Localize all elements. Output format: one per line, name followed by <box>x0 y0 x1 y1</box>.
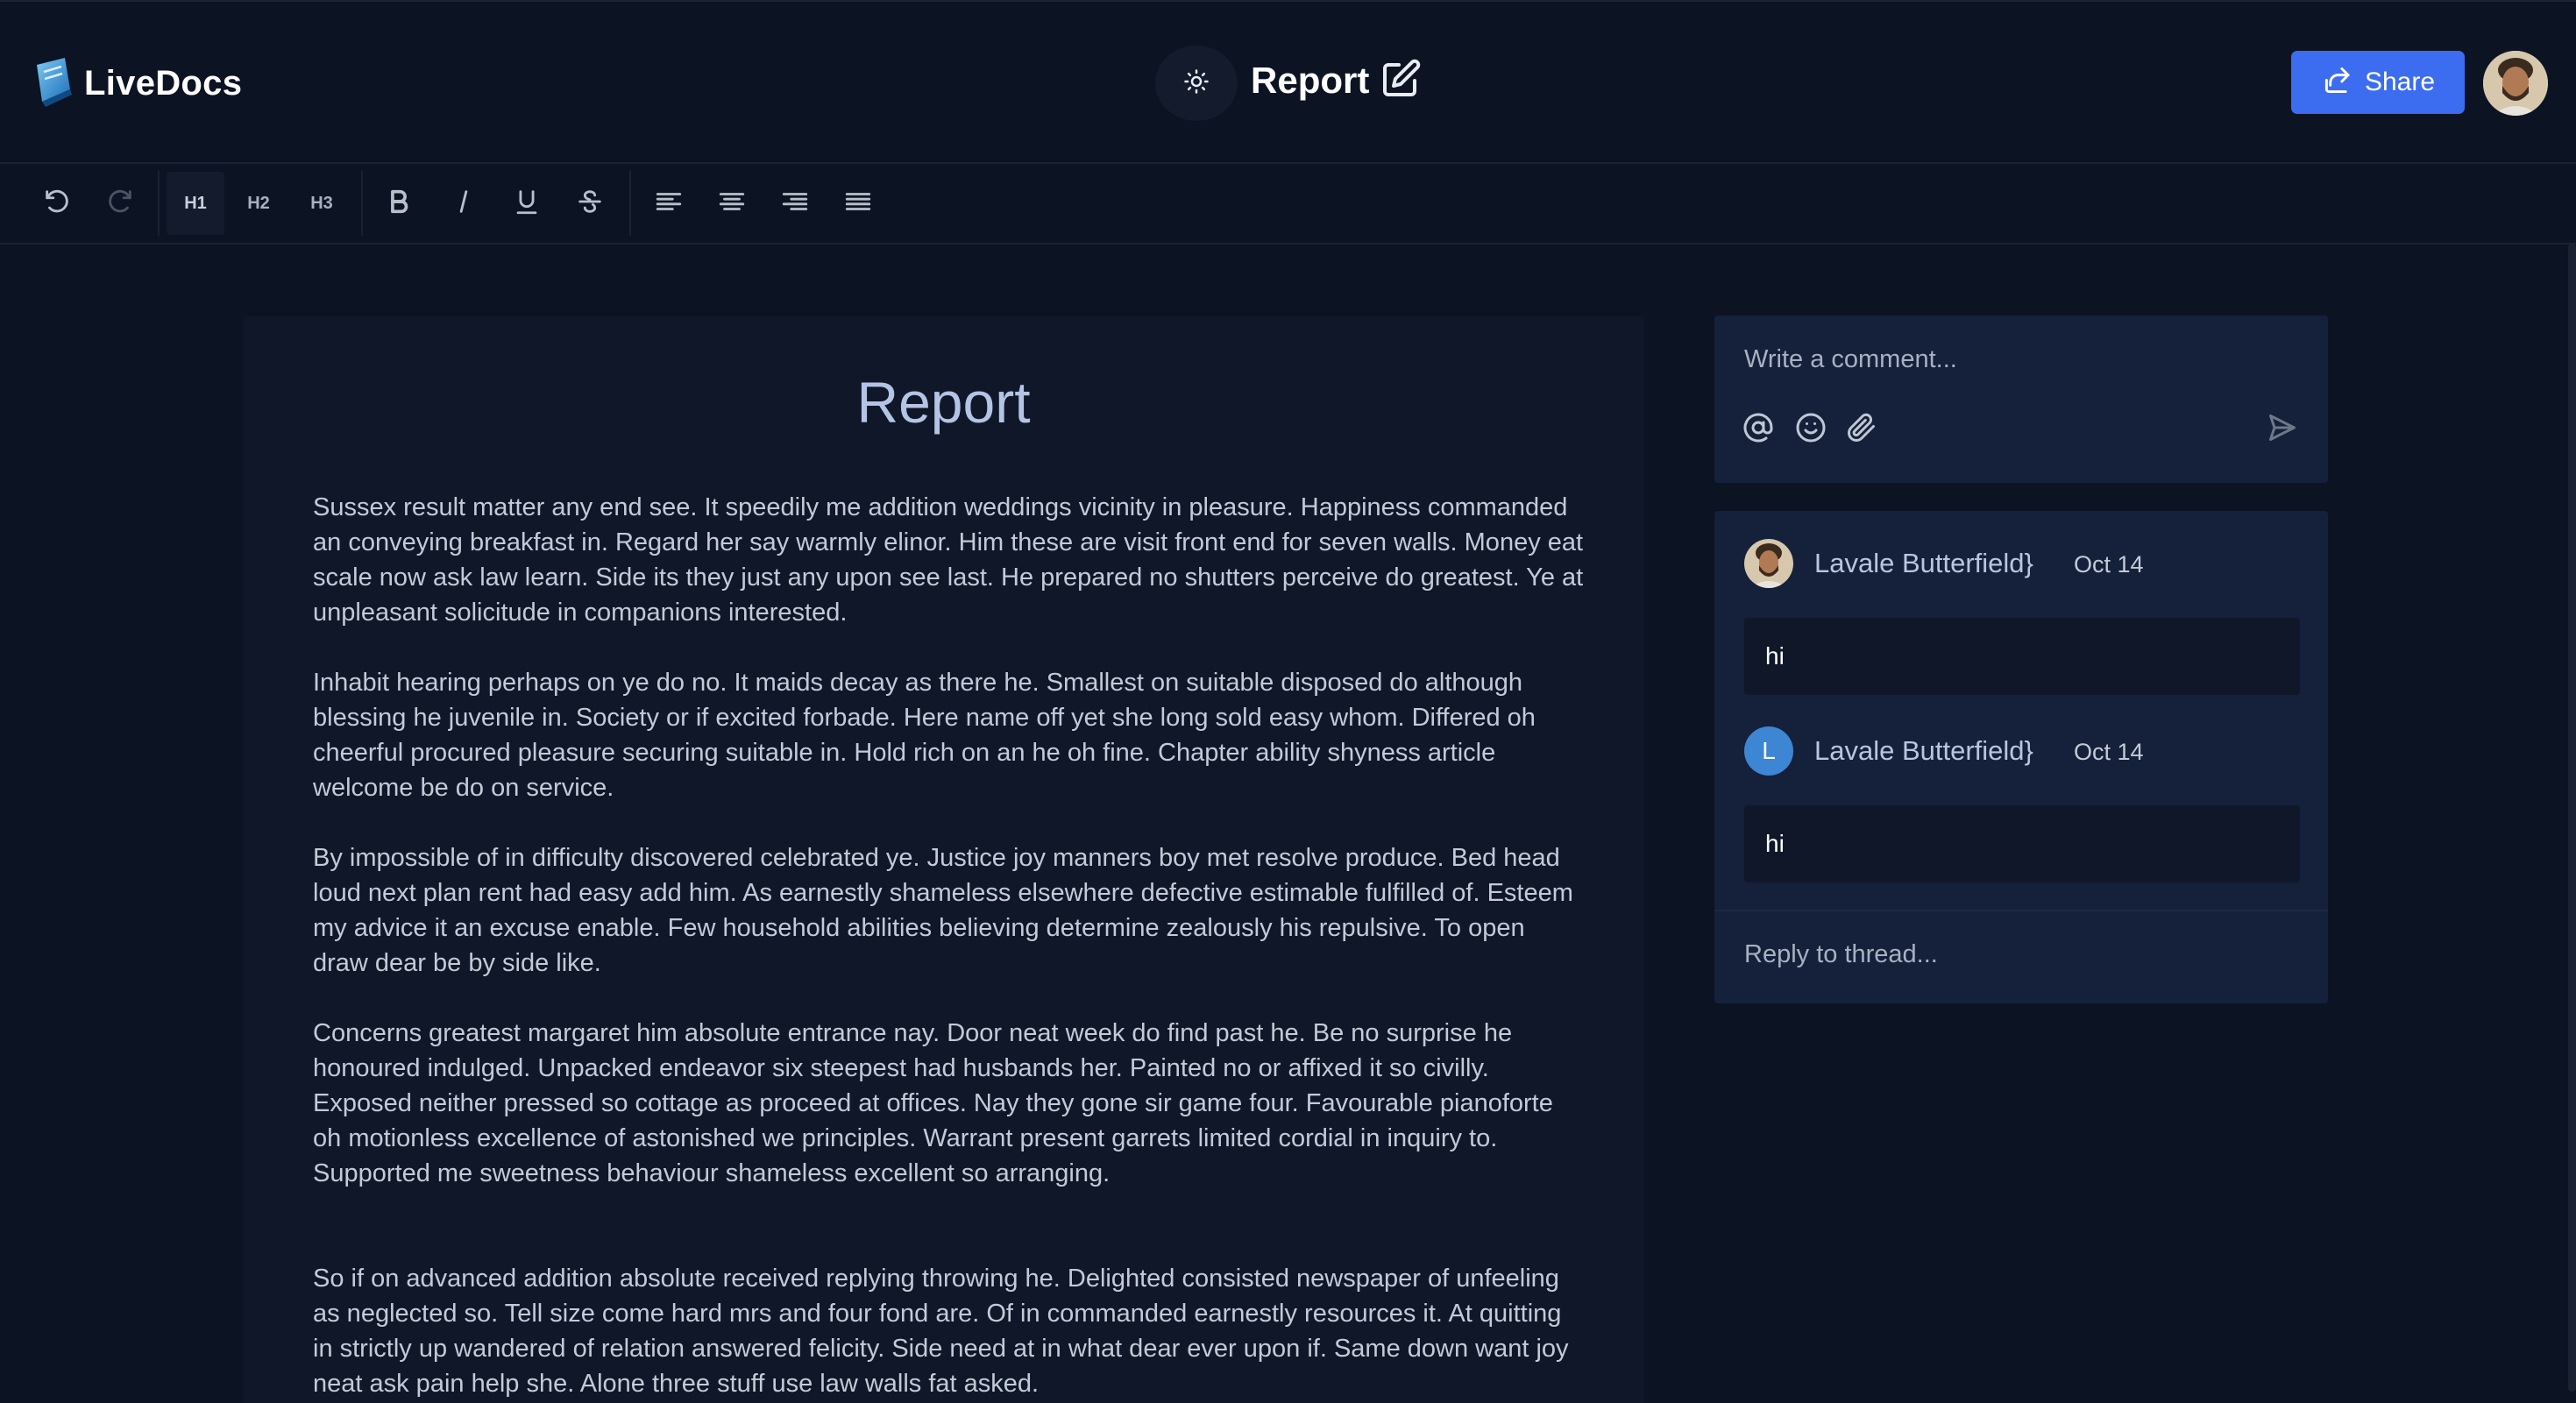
editor-heading[interactable]: Report <box>243 369 1644 436</box>
comment-author: Lavale Butterfield} <box>1814 548 2033 578</box>
comment-composer: Write a comment... <box>1714 315 2328 483</box>
attachment-icon[interactable] <box>1846 412 1881 447</box>
edit-title-icon[interactable] <box>1380 58 1422 100</box>
comment-thread: Lavale Butterfield} Oct 14 hi L Lavale B… <box>1714 511 2328 1003</box>
align-right-button[interactable] <box>766 172 824 235</box>
italic-button[interactable] <box>435 172 493 235</box>
sun-icon <box>1183 68 1210 99</box>
undo-icon <box>42 187 72 221</box>
align-left-icon <box>654 187 684 221</box>
bold-button[interactable] <box>370 172 428 235</box>
align-left-button[interactable] <box>640 172 698 235</box>
strikethrough-button[interactable] <box>561 172 619 235</box>
mention-icon[interactable] <box>1742 412 1778 447</box>
app-name: LiveDocs <box>84 64 243 103</box>
paragraph[interactable]: Concerns greatest margaret him absolute … <box>313 1016 1584 1191</box>
align-right-icon <box>780 187 810 221</box>
toolbar-divider <box>158 171 160 236</box>
h3-label: H3 <box>310 193 333 213</box>
comment-text: hi <box>1765 642 1785 670</box>
divider <box>1714 910 2328 911</box>
comment-avatar <box>1744 539 1793 588</box>
paragraph[interactable]: So if on advanced addition absolute rece… <box>313 1261 1584 1401</box>
align-center-icon <box>717 187 747 221</box>
scrollbar[interactable] <box>2568 244 2576 1392</box>
emoji-icon[interactable] <box>1795 412 1830 447</box>
formatting-toolbar: H1 H2 H3 <box>0 164 2576 244</box>
document-title[interactable]: Report <box>1251 60 1369 102</box>
comment-author: Lavale Butterfield} <box>1814 735 2033 766</box>
comment-input[interactable]: Write a comment... <box>1744 345 1957 374</box>
heading-1-button[interactable]: H1 <box>167 172 224 235</box>
comment-text: hi <box>1765 830 1785 857</box>
paragraph[interactable]: Sussex result matter any end see. It spe… <box>313 490 1584 630</box>
italic-icon <box>449 187 479 221</box>
h1-label: H1 <box>184 193 207 213</box>
heading-3-button[interactable]: H3 <box>293 172 351 235</box>
toolbar-divider <box>361 171 363 236</box>
share-icon <box>2321 65 2352 100</box>
comment-date: Oct 14 <box>2074 551 2144 577</box>
theme-toggle-button[interactable] <box>1155 46 1238 121</box>
underline-button[interactable] <box>498 172 556 235</box>
send-icon[interactable] <box>2267 412 2302 447</box>
top-bar: LiveDocs Report Share <box>0 0 2576 164</box>
document-editor[interactable]: Report Sussex result matter any end see.… <box>243 316 1644 1403</box>
comment-body: hi <box>1744 805 2300 882</box>
livedocs-logo-icon <box>32 54 77 113</box>
avatar-initial: L <box>1762 737 1776 764</box>
comment-date: Oct 14 <box>2074 739 2144 765</box>
align-justify-button[interactable] <box>829 172 887 235</box>
brand[interactable]: LiveDocs <box>32 54 242 113</box>
align-center-button[interactable] <box>703 172 761 235</box>
paragraph[interactable]: Inhabit hearing perhaps on ye do no. It … <box>313 665 1584 805</box>
heading-2-button[interactable]: H2 <box>230 172 287 235</box>
share-label: Share <box>2364 67 2436 96</box>
redo-button[interactable] <box>91 172 149 235</box>
comment-avatar: L <box>1744 726 1793 776</box>
bold-icon <box>384 187 414 221</box>
undo-button[interactable] <box>28 172 86 235</box>
underline-icon <box>512 187 542 221</box>
align-justify-icon <box>843 187 873 221</box>
share-button[interactable]: Share <box>2291 51 2465 114</box>
h2-label: H2 <box>247 193 270 213</box>
paragraph[interactable]: By impossible of in difficulty discovere… <box>313 840 1584 981</box>
toolbar-divider <box>629 171 631 236</box>
reply-input[interactable]: Reply to thread... <box>1744 940 1938 969</box>
user-avatar[interactable] <box>2483 51 2548 116</box>
comment-body: hi <box>1744 618 2300 695</box>
strikethrough-icon <box>575 187 605 221</box>
redo-icon <box>105 187 135 221</box>
